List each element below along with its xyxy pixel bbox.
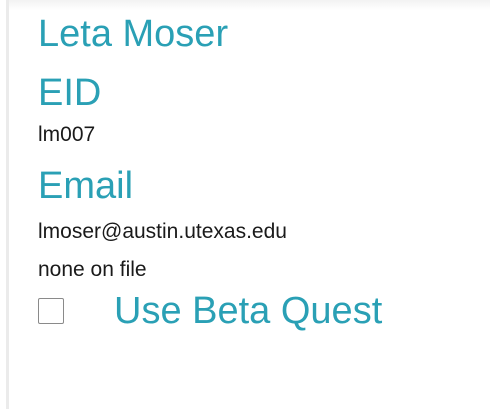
profile-content: Leta Moser EID lm007 Email lmoser@austin… — [38, 12, 478, 333]
email-value: lmoser@austin.utexas.edu — [38, 220, 287, 243]
panel-top-shadow — [9, 0, 490, 10]
user-name-heading: Leta Moser — [38, 13, 229, 55]
eid-label: EID — [38, 72, 102, 114]
beta-quest-option[interactable]: Use Beta Quest — [38, 289, 478, 333]
panel-left-border — [6, 0, 9, 409]
eid-value: lm007 — [38, 123, 96, 146]
alternate-contact-value: none on file — [38, 258, 147, 281]
beta-quest-label[interactable]: Use Beta Quest — [114, 289, 382, 333]
beta-quest-checkbox[interactable] — [38, 298, 64, 324]
email-label: Email — [38, 165, 134, 207]
profile-panel: Leta Moser EID lm007 Email lmoser@austin… — [0, 0, 490, 409]
